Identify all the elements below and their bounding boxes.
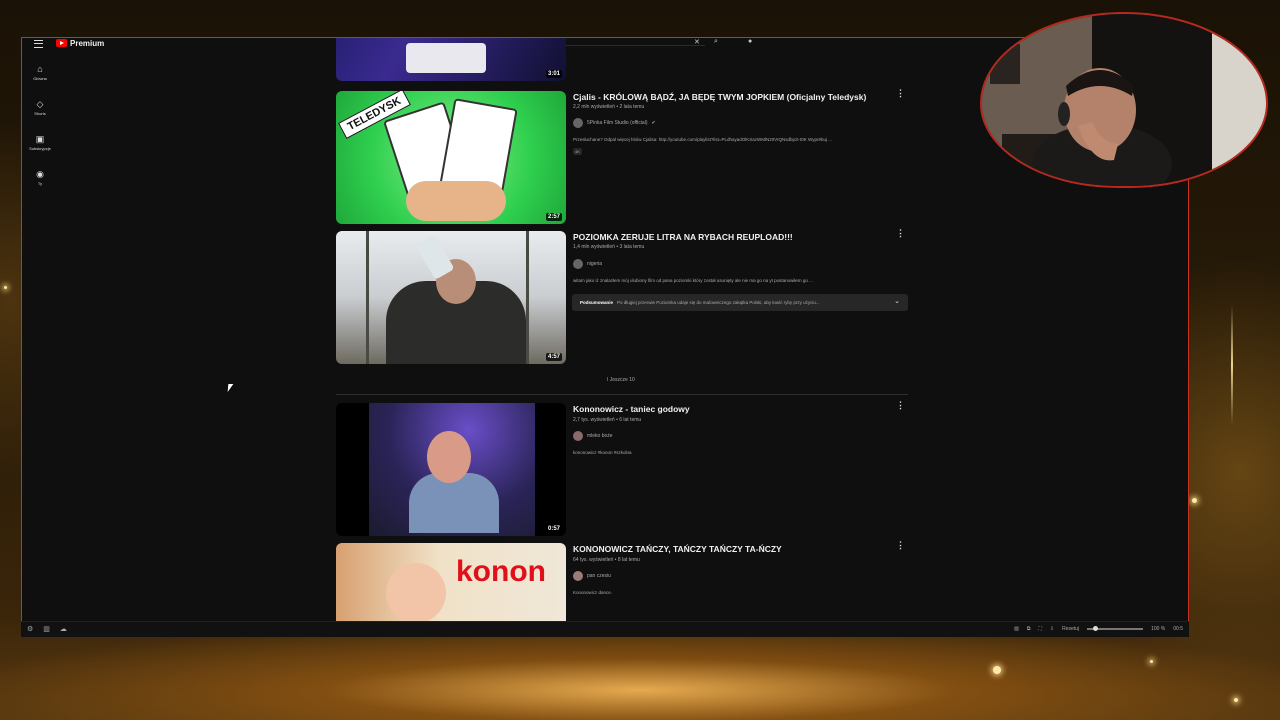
channel-name[interactable]: nigeria [573,259,602,269]
mic-icon[interactable]: ● [748,38,752,45]
sparkle-streak [1231,305,1233,425]
more-options-icon[interactable]: ⋮ [896,228,905,239]
thumbnail-figure [406,43,486,73]
video-meta: 2,7 tys. wyświetleń • 6 lat temu [573,417,642,423]
channel-name[interactable]: pan czesiu [573,571,611,581]
avatar [573,259,583,269]
video-thumbnail[interactable]: TELEDYSK 2:57 [336,91,566,224]
more-options-icon[interactable]: ⋮ [896,400,905,411]
more-options-icon[interactable]: ⋮ [896,88,905,99]
video-thumbnail[interactable]: 4:57 [336,231,566,364]
fullscreen-icon[interactable]: ⛶ [1038,626,1042,632]
search-icon[interactable]: ⌕ [714,38,718,46]
home-icon: ⌂ [37,64,43,74]
webcam-video [982,14,1266,186]
duration-badge: 4:57 [545,353,562,361]
sparkle [4,286,7,289]
duration-badge: 3:01 [545,70,562,78]
status-left-icons: ⚙ ▥ ☁ [27,625,67,633]
sidebar-item-label: Ty [37,181,43,186]
chevron-down-icon[interactable]: ⌄ [894,297,900,305]
sparkle [993,666,1001,674]
video-description: Kononowicz dance. [573,590,613,595]
tiles-icon[interactable]: ⧉ [1027,626,1031,632]
video-thumbnail[interactable]: 3:01 [336,38,566,81]
avatar [573,118,583,128]
channel-name[interactable]: 5Pinka Film Studio (official) ✔ [573,118,656,128]
subscriptions-icon: ▣ [35,134,45,144]
logo-text: Premium [70,38,105,48]
sidebar-item-subscriptions[interactable]: ▣ Subskrypcje [28,134,52,151]
video-description: kononowicz #konon #szkolna [573,450,632,455]
divider [336,394,908,395]
sparkle [1192,498,1197,503]
thumbnail-label: konon [456,555,546,588]
more-options-icon[interactable]: ⋮ [896,540,905,551]
youtube-play-icon [56,39,67,47]
video-description: Przesłuchane? Odpal więcej hitów Cjalisa… [573,137,832,142]
thumbnail-scene [369,403,535,536]
settings-icon[interactable]: ⚙ [27,625,33,633]
user-icon: ◉ [36,169,44,179]
screenshot-icon[interactable]: ▧ [1014,626,1019,632]
youtube-logo[interactable]: Premium [56,38,104,48]
sidebar-item-label: Shorts [34,111,46,116]
close-icon[interactable]: ✕ [694,38,700,46]
thumbnail-hand [406,181,506,221]
sidebar-item-label: Główna [33,76,47,81]
download-icon[interactable]: ⇩ [1050,626,1054,632]
video-title[interactable]: Kononowicz - taniec godowy [573,404,690,414]
avatar [573,571,583,581]
sidebar-item-label: Subskrypcje [29,146,51,151]
more-results-label[interactable]: I Jeszcze 10 [607,377,635,383]
mouse-cursor [227,384,234,392]
summary-label: Podsumowanie [580,300,614,305]
sparkle [1150,660,1153,663]
clock: 00:5 [1173,626,1183,632]
channel-name[interactable]: mleko boże [573,431,613,441]
panel-icon[interactable]: ▥ [43,625,50,633]
ai-summary-bar[interactable]: Podsumowanie Po długiej przerwie Poziomk… [572,294,908,311]
menu-icon[interactable] [34,40,43,48]
sidebar-item-home[interactable]: ⌂ Główna [28,64,52,81]
summary-text: Po długiej przerwie Poziomka udaje się d… [617,300,820,305]
cloud-icon[interactable]: ☁ [60,625,67,633]
thumbnail-face [427,431,471,483]
video-meta: 64 tys. wyświetleń • 8 lat temu [573,557,640,563]
status-bar: ⚙ ▥ ☁ ▧ ⧉ ⛶ ⇩ Resetuj 100 % 00:5 [21,621,1189,637]
thumbnail-tree [526,231,529,364]
video-meta: 1,4 mln wyświetleń • 3 lata temu [573,244,645,250]
video-meta: 2,2 mln wyświetleń • 2 lata temu [573,104,645,110]
verified-icon: ✔ [651,120,656,126]
quality-badge: 4K [573,148,582,155]
zoom-level: 100 % [1151,626,1166,632]
video-description: witam jako iż znalazłem mój ulubiony fil… [573,278,813,283]
video-title[interactable]: Cjalis - KRÓLOWĄ BĄDŹ, JA BĘDĘ TWYM JOPK… [573,92,866,102]
video-thumbnail[interactable]: 0:57 [336,403,566,536]
video-title[interactable]: KONONOWICZ TAŃCZY, TAŃCZY TAŃCZY TA-ŃCZY [573,544,782,554]
thumbnail-figure [386,563,446,623]
sidebar-item-you[interactable]: ◉ Ty [28,169,52,186]
sidebar-item-shorts[interactable]: ◇ Shorts [28,99,52,116]
video-title[interactable]: POZIOMKA ZERUJE LITRA NA RYBACH REUPLOAD… [573,232,793,242]
status-right-controls: ▧ ⧉ ⛶ ⇩ Resetuj 100 % 00:5 [1014,626,1183,632]
duration-badge: 2:57 [545,213,562,221]
thumbnail-tree [366,231,369,364]
duration-badge: 0:57 [545,525,562,533]
slider-handle[interactable] [1093,626,1099,631]
shorts-icon: ◇ [36,99,44,109]
reset-zoom-button[interactable]: Resetuj [1062,626,1079,632]
webcam-overlay [980,12,1268,188]
sparkle [1234,698,1238,702]
zoom-slider[interactable] [1087,626,1144,631]
avatar [573,431,583,441]
